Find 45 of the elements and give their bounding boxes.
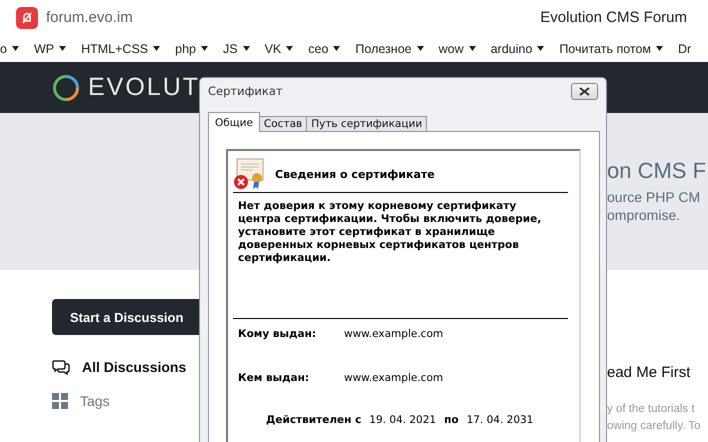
field-label: Действителен с (266, 414, 362, 426)
field-value: www.example.com (344, 328, 444, 340)
bookmark-folder[interactable]: JS (222, 42, 238, 56)
close-icon (579, 86, 590, 96)
certificate-error-icon (233, 158, 265, 190)
trust-warning: Нет доверия к этому корневому сертификату центра сертификации. Чтобы включить доверие, установите этот сертификат в хранилище доверенных корневых сертификатов центров сертификации. (237, 200, 542, 266)
field-value: 17. 04. 2031 (466, 414, 534, 426)
ring-logo-icon (52, 74, 80, 102)
post-excerpt: owing carefully. To (607, 419, 701, 434)
grid-icon (52, 393, 68, 409)
post-title: ead Me First (607, 364, 692, 381)
post-excerpt: y of the tutorials t (607, 402, 696, 417)
dialog-tab[interactable]: Общие (208, 112, 260, 132)
bookmark-folder[interactable]: Dr (678, 42, 692, 56)
field-label: Кому выдан: (238, 328, 318, 340)
bookmark-folder[interactable]: WP (34, 42, 54, 56)
bookmark-folder[interactable]: Почитать потом (559, 42, 652, 56)
bookmark-folder[interactable]: php (175, 42, 196, 56)
site-address: forum.evo.im (46, 9, 133, 26)
start-discussion-button[interactable]: Start a Discussion (52, 299, 199, 335)
page-title: Evolution CMS Forum (540, 9, 687, 26)
logo-text: EVOLUT (88, 73, 200, 102)
chat-bubbles-icon (52, 359, 70, 375)
hero-description: ompromise. (607, 206, 682, 225)
nav-link[interactable]: All Discussions (82, 359, 186, 375)
bookmark-folder[interactable]: o (0, 42, 7, 56)
field-value: www.example.com (344, 372, 444, 384)
info-heading: Сведения о сертификате (275, 168, 435, 180)
dialog-title: Сертификат (208, 84, 283, 98)
dialog-tab[interactable]: Путь сертификации (306, 116, 428, 131)
bookmark-folder[interactable]: Полезное (355, 42, 412, 56)
field-value: 19. 04. 2021 (369, 414, 436, 426)
hero-title: on CMS F (607, 157, 706, 185)
field-label: Кем выдан: (238, 372, 310, 384)
hero-description: ource PHP CM (607, 188, 702, 207)
bookmark-folder[interactable]: VK (264, 42, 282, 56)
bookmark-folder[interactable]: HTML+CSS (81, 42, 148, 56)
nav-link[interactable]: Tags (80, 393, 110, 409)
field-label: по (444, 414, 459, 426)
site-icon (16, 6, 38, 28)
bookmark-folder[interactable]: wow (438, 42, 464, 56)
close-button[interactable] (571, 82, 598, 100)
bookmark-folder[interactable]: arduino (490, 42, 532, 56)
bookmark-folder[interactable]: ceo (308, 42, 328, 56)
dialog-tab[interactable]: Состав (258, 116, 308, 131)
